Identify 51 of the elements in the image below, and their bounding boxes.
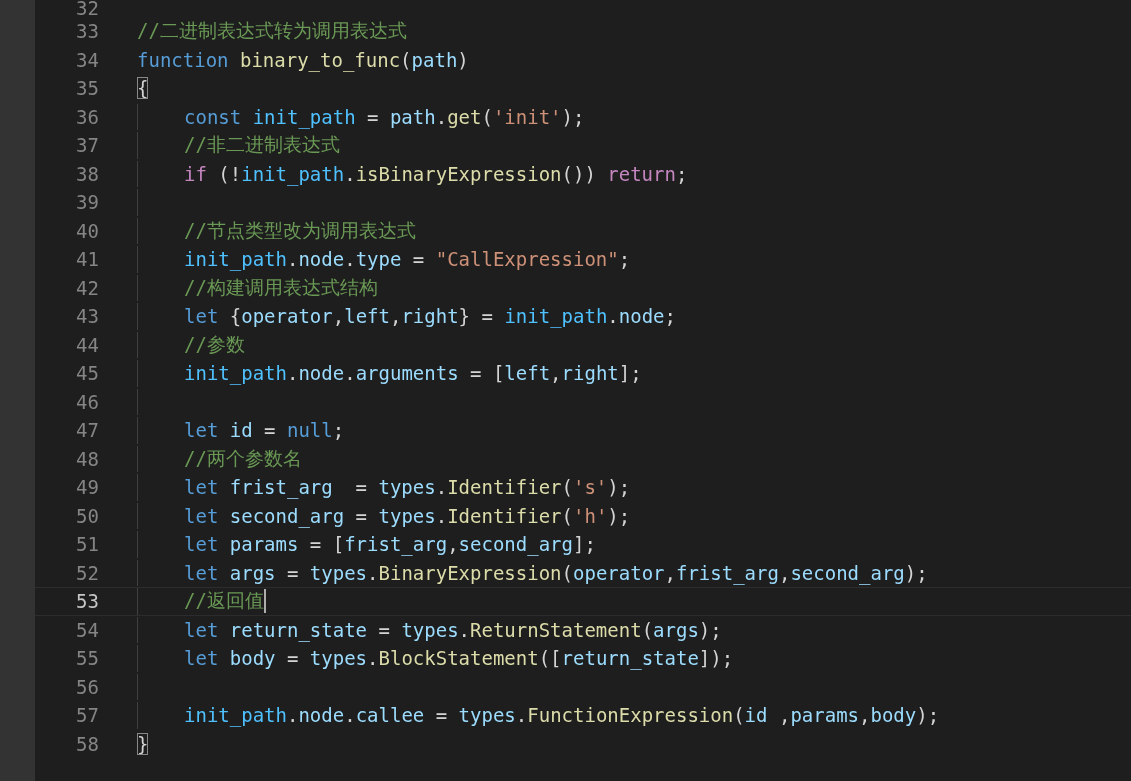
line-number: 43 [75,305,99,328]
line-number: 49 [75,476,99,499]
code-line: function binary_to_func(path) [137,48,469,71]
line-number: 32 [75,1,99,16]
line-number: 47 [75,419,99,442]
line-number: 52 [75,561,99,584]
line-number: 39 [75,191,99,214]
code-line: let second_arg = types.Identifier('h'); [184,504,631,527]
line-number: 51 [75,533,99,556]
code-line: //节点类型改为调用表达式 [184,217,416,243]
code-line: let frist_arg = types.Identifier('s'); [184,476,631,499]
line-number: 35 [75,77,99,100]
line-number: 41 [75,248,99,271]
line-number: 55 [75,647,99,670]
code-line: let body = types.BlockStatement([return_state]); [184,647,734,670]
line-number: 45 [75,362,99,385]
code-line: let id = null; [184,419,345,442]
code-line: init_path.node.type = "CallExpression"; [184,248,631,271]
line-number: 58 [75,732,99,755]
line-number: 54 [75,618,99,641]
code-line: //构建调用表达式结构 [184,274,378,300]
code-line: //非二进制表达式 [184,132,340,158]
line-number: 46 [75,390,99,413]
line-number: 44 [75,333,99,356]
code-line: let {operator,left,right} = init_path.node; [184,305,676,328]
code-line: //返回值 [184,588,264,614]
line-number: 56 [75,675,99,698]
code-line: init_path.node.callee = types.FunctionExpression(id ,params,body); [184,704,940,727]
line-number: 53 [75,590,99,613]
line-number: 38 [75,162,99,185]
line-number: 50 [75,504,99,527]
code-line: //两个参数名 [184,445,302,471]
line-number: 33 [75,20,99,43]
line-number: 36 [75,105,99,128]
code-line: let return_state = types.ReturnStatement(args); [184,618,722,641]
line-number: 48 [75,447,99,470]
code-line: const init_path = path.get('init'); [184,105,585,128]
line-number: 37 [75,134,99,157]
code-line: //二进制表达式转为调用表达式 [137,18,407,44]
code-line: { [137,77,149,100]
code-line: init_path.node.arguments = [left,right]; [184,362,642,385]
line-number: 40 [75,219,99,242]
line-number: 42 [75,276,99,299]
code-line: //参数 [184,331,245,357]
code-line: } [137,732,149,755]
line-number: 57 [75,704,99,727]
code-line: let args = types.BinaryExpression(operator,frist_arg,second_arg); [184,561,928,584]
text-cursor [263,589,266,614]
code-line: if (!init_path.isBinaryExpression()) return; [184,162,688,185]
line-number: 34 [75,48,99,71]
code-line: let params = [frist_arg,second_arg]; [184,533,596,556]
